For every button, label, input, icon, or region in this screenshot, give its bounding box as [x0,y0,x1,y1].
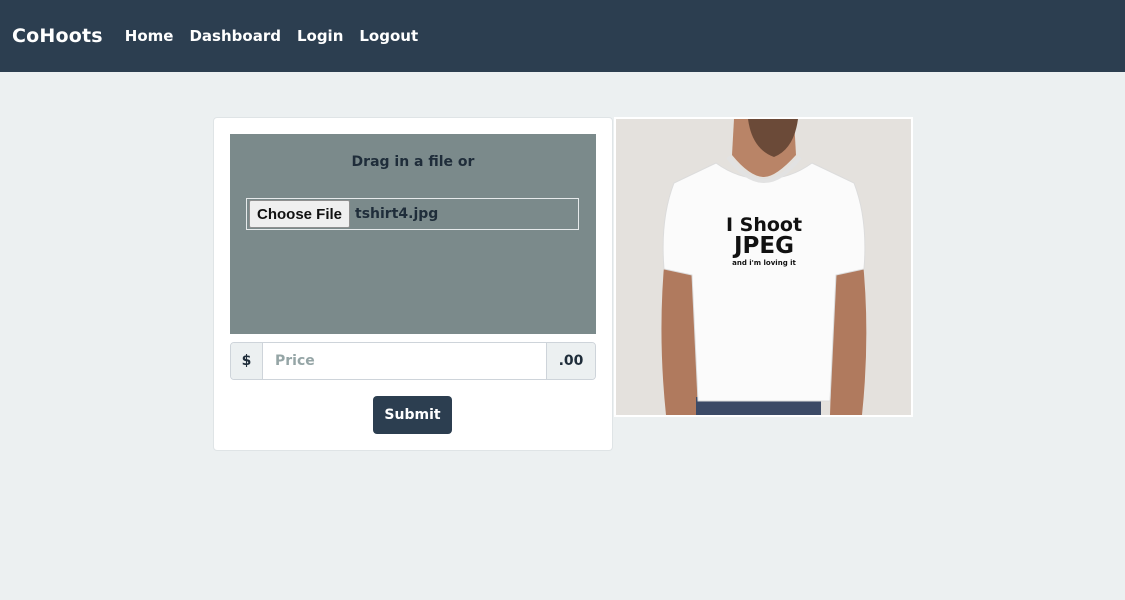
nav-link-dashboard[interactable]: Dashboard [189,27,280,45]
price-input[interactable] [263,343,546,379]
nav-link-login[interactable]: Login [297,27,343,45]
drag-instruction: Drag in a file or [351,154,475,170]
price-input-group: $ .00 [230,342,596,380]
nav-link-home[interactable]: Home [125,27,174,45]
nav-link-logout[interactable]: Logout [359,27,418,45]
navbar: CoHoots Home Dashboard Login Logout [0,0,1125,72]
file-input[interactable]: Choose File tshirt4.jpg [246,198,579,230]
choose-file-button[interactable]: Choose File [249,200,351,228]
brand-logo[interactable]: CoHoots [12,25,103,47]
file-dropzone[interactable]: Drag in a file or Choose File tshirt4.jp… [230,134,596,334]
selected-file-name: tshirt4.jpg [355,206,439,222]
submit-button[interactable]: Submit [373,396,452,434]
currency-prefix: $ [231,343,263,379]
shirt-text-line2: JPEG [732,233,794,259]
image-preview: I Shoot JPEG and i'm loving it [614,117,913,417]
shirt-text-line3: and i'm loving it [732,259,796,267]
tshirt-photo: I Shoot JPEG and i'm loving it [616,119,911,415]
cents-suffix: .00 [546,343,595,379]
upload-card: Drag in a file or Choose File tshirt4.jp… [213,117,613,451]
